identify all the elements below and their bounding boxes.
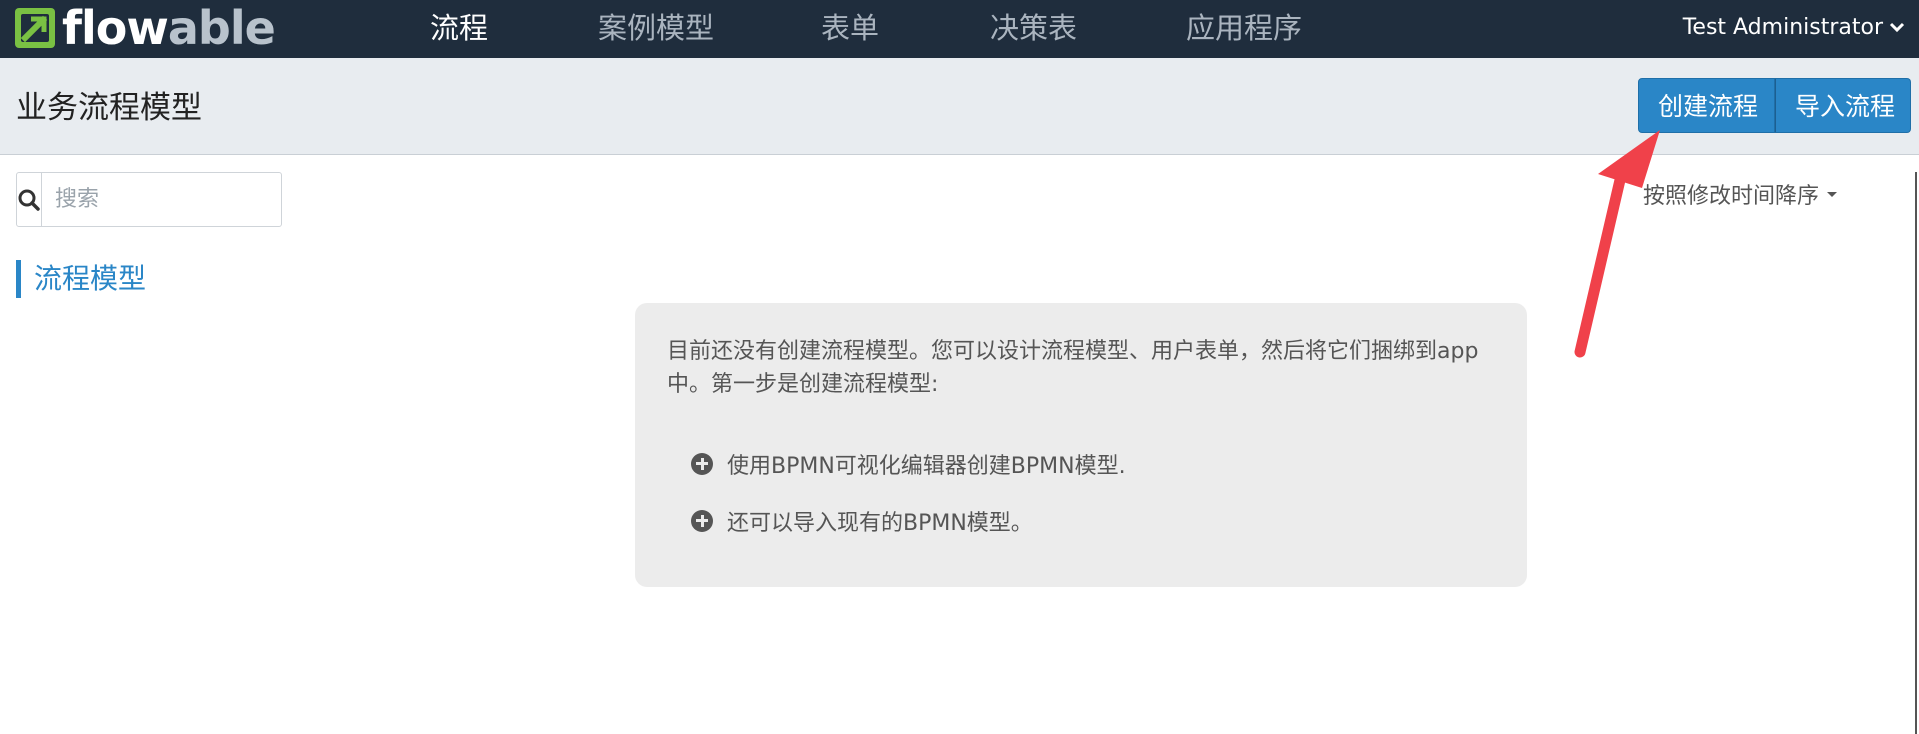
annotation-arrow-icon	[1574, 130, 1660, 358]
scrollbar[interactable]	[1915, 172, 1917, 734]
import-process-button[interactable]: 导入流程	[1775, 78, 1911, 133]
search-icon[interactable]	[17, 173, 42, 226]
list-item: 还可以导入现有的BPMN模型。	[691, 504, 1126, 537]
nav-item-processes[interactable]: 流程	[430, 8, 488, 48]
top-navbar: flowable 流程 案例模型 表单 决策表 应用程序 Test Admini…	[0, 0, 1919, 58]
nav-item-forms[interactable]: 表单	[821, 8, 879, 48]
empty-state-list: 使用BPMN可视化编辑器创建BPMN模型. 还可以导入现有的BPMN模型。	[691, 447, 1126, 561]
nav-item-decision-tables[interactable]: 决策表	[990, 8, 1077, 48]
page-title: 业务流程模型	[16, 90, 202, 126]
plus-circle-icon	[691, 509, 713, 532]
flowable-logo-icon	[14, 7, 56, 49]
user-name: Test Administrator	[1682, 14, 1883, 40]
nav-item-case-models[interactable]: 案例模型	[598, 8, 714, 48]
nav-item-apps[interactable]: 应用程序	[1186, 8, 1302, 48]
plus-circle-icon	[691, 452, 713, 475]
search-input[interactable]	[42, 173, 329, 226]
empty-state-message: 目前还没有创建流程模型。您可以设计流程模型、用户表单，然后将它们捆绑到app中。…	[667, 339, 1479, 397]
caret-down-icon	[1827, 191, 1838, 197]
sidebar-filter-process-models[interactable]: 流程模型	[16, 260, 146, 298]
flowable-logo[interactable]: flowable	[14, 1, 276, 55]
list-item: 使用BPMN可视化编辑器创建BPMN模型.	[691, 447, 1126, 480]
list-item-text: 还可以导入现有的BPMN模型。	[727, 510, 1033, 536]
search-box	[16, 172, 329, 227]
chevron-down-icon	[1889, 22, 1905, 33]
list-item-text: 使用BPMN可视化编辑器创建BPMN模型.	[727, 453, 1126, 479]
flowable-logo-wordmark: flowable	[62, 1, 276, 55]
user-menu[interactable]: Test Administrator	[1683, 10, 1905, 44]
empty-state-panel: 目前还没有创建流程模型。您可以设计流程模型、用户表单，然后将它们捆绑到app中。…	[635, 303, 1527, 587]
